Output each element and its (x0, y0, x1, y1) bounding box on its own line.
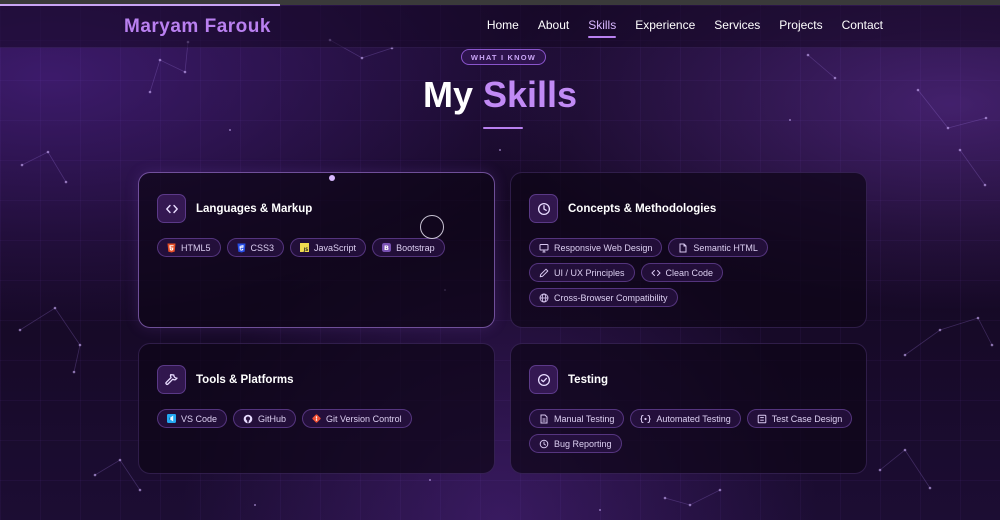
monitor-icon (539, 243, 549, 252)
nav-link-home[interactable]: Home (487, 18, 519, 38)
file-icon (679, 243, 687, 252)
skill-chip-bootstrap[interactable]: B Bootstrap (372, 238, 445, 257)
section-title-plain: My (422, 74, 473, 115)
skill-card-testing[interactable]: Testing Manual Testing Automated Testing… (510, 343, 867, 474)
skill-chip-ui-ux-principles[interactable]: UI / UX Principles (529, 263, 635, 282)
github-icon (243, 414, 253, 423)
card-title: Tools & Platforms (196, 373, 294, 386)
chip-label: CSS3 (250, 242, 275, 253)
card-header: Languages & Markup (157, 194, 312, 223)
code-braces-icon (640, 414, 652, 423)
skill-card-languages[interactable]: Languages & Markup HTML5 CSS3 JS JavaScr… (138, 172, 495, 328)
card-header: Testing (529, 365, 608, 394)
chip-list: Responsive Web Design Semantic HTML UI /… (529, 238, 854, 307)
chip-label: Clean Code (665, 267, 714, 278)
nav-link-contact[interactable]: Contact (842, 18, 883, 38)
chip-list: Manual Testing Automated Testing Test Ca… (529, 409, 854, 453)
skill-chip-automated-testing[interactable]: Automated Testing (630, 409, 741, 428)
chip-label: GitHub (258, 413, 287, 424)
section-eyebrow: WHAT I KNOW (461, 49, 546, 65)
nav-link-services[interactable]: Services (714, 18, 760, 38)
skill-chip-cross-browser[interactable]: Cross-Browser Compatibility (529, 288, 678, 307)
nav-link-experience[interactable]: Experience (635, 18, 695, 38)
git-icon (312, 414, 321, 423)
skill-chip-test-case-design[interactable]: Test Case Design (746, 409, 853, 428)
chip-label: Semantic HTML (693, 242, 758, 253)
check-circle-icon (529, 365, 558, 394)
vscode-icon (167, 414, 176, 423)
nav-link-skills[interactable]: Skills (588, 18, 617, 38)
card-header: Concepts & Methodologies (529, 194, 716, 223)
skill-chip-responsive-web-design[interactable]: Responsive Web Design (529, 238, 663, 257)
card-title: Concepts & Methodologies (568, 202, 717, 215)
code-icon (650, 269, 661, 276)
chip-label: Responsive Web Design (554, 242, 653, 253)
bootstrap-icon: B (382, 243, 392, 252)
nav-link-about[interactable]: About (538, 18, 569, 38)
card-title: Languages & Markup (196, 202, 313, 215)
skill-card-concepts[interactable]: Concepts & Methodologies Responsive Web … (510, 172, 867, 328)
title-underline (483, 127, 523, 129)
svg-text:B: B (384, 244, 389, 252)
nav-link-projects[interactable]: Projects (779, 18, 822, 38)
chip-label: Cross-Browser Compatibility (554, 292, 668, 303)
section-title: My Skills (0, 74, 1000, 116)
skill-card-tools[interactable]: Tools & Platforms VS Code GitHub Git Ver… (138, 343, 495, 474)
chip-label: Git Version Control (326, 413, 402, 424)
skill-chip-clean-code[interactable]: Clean Code (640, 263, 724, 282)
javascript-icon: JS (300, 243, 310, 252)
custom-cursor-dot (329, 175, 335, 181)
css3-icon (237, 243, 246, 252)
brand-logo[interactable]: Maryam Farouk (124, 16, 271, 38)
chip-label: Bootstrap (396, 242, 435, 253)
chip-label: Bug Reporting (554, 438, 612, 449)
svg-text:JS: JS (303, 247, 308, 252)
chip-label: UI / UX Principles (554, 267, 625, 278)
clock-icon (529, 194, 558, 223)
html5-icon (167, 243, 176, 252)
skill-chip-bug-reporting[interactable]: Bug Reporting (529, 434, 622, 453)
pen-icon (539, 268, 549, 277)
skill-chip-css3[interactable]: CSS3 (226, 238, 285, 257)
skill-chip-vscode[interactable]: VS Code (157, 409, 228, 428)
chip-label: Manual Testing (554, 413, 615, 424)
globe-icon (539, 293, 549, 302)
chip-label: VS Code (181, 413, 218, 424)
section-title-accent: Skills (482, 74, 578, 115)
chip-label: Test Case Design (771, 413, 843, 424)
chip-list: VS Code GitHub Git Version Control (157, 409, 482, 428)
skill-chip-html5[interactable]: HTML5 (157, 238, 221, 257)
navbar: Maryam Farouk Home About Skills Experien… (0, 6, 1000, 48)
wrench-icon (157, 365, 186, 394)
skill-chip-semantic-html[interactable]: Semantic HTML (668, 238, 768, 257)
skill-chip-javascript[interactable]: JS JavaScript (290, 238, 367, 257)
document-icon (540, 414, 548, 423)
card-header: Tools & Platforms (157, 365, 294, 394)
chip-label: JavaScript (314, 242, 357, 253)
skill-chip-github[interactable]: GitHub (233, 409, 297, 428)
checklist-icon (757, 414, 767, 423)
chip-label: HTML5 (181, 242, 211, 253)
chip-label: Automated Testing (656, 413, 731, 424)
nav-links: Home About Skills Experience Services Pr… (487, 18, 883, 38)
skill-chip-manual-testing[interactable]: Manual Testing (529, 409, 625, 428)
chip-list: HTML5 CSS3 JS JavaScript B Bootstrap (157, 238, 482, 257)
custom-cursor-ring (420, 215, 444, 239)
bug-icon (539, 439, 549, 448)
card-title: Testing (568, 373, 609, 386)
code-icon (157, 194, 186, 223)
skill-chip-git[interactable]: Git Version Control (302, 409, 412, 428)
